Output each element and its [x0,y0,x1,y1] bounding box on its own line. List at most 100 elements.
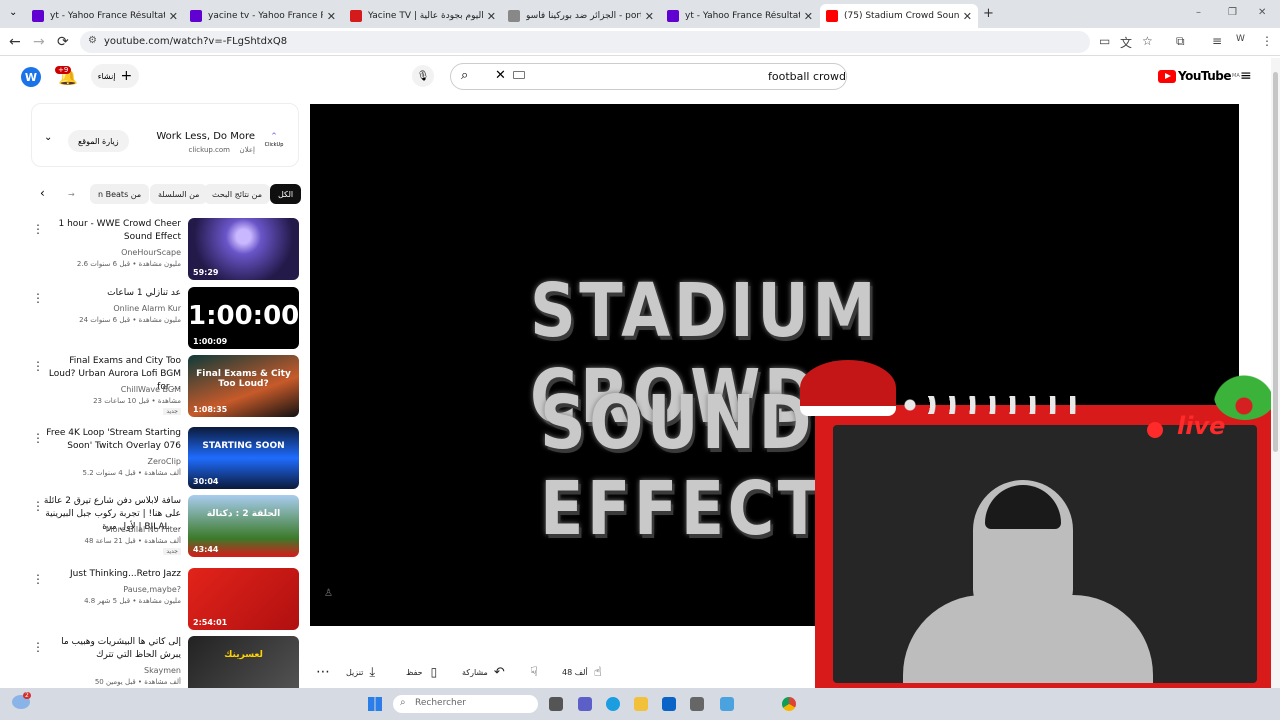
video-duration: 1:08:35 [193,405,228,414]
avatar[interactable]: W [21,67,41,87]
channel-name[interactable]: ZeroClip [147,457,181,466]
site-info-icon[interactable]: ⚙ [88,35,97,46]
channel-name[interactable]: More Bilal No Filter [106,525,181,534]
channel-name[interactable]: ChillWave BGM [121,385,181,394]
taskbar-search[interactable]: ⌕ Rechercher [393,695,538,713]
extensions-icon[interactable]: ⧉ [1176,34,1185,49]
channel-name[interactable]: Skaymen [144,666,181,675]
scrollbar-thumb[interactable] [1273,72,1278,452]
channel-name[interactable]: Pause,maybe? [123,585,181,594]
list-item[interactable]: ⋮ 2:54:01 Just Thinking...Retro Jazz Pause,… [30,568,300,632]
browser-tab[interactable]: Yacine TV | يابث اليوم بجودة عالية ✕ [344,4,502,28]
video-title[interactable]: Just Thinking...Retro Jazz [41,568,181,581]
close-icon[interactable]: ✕ [645,10,654,23]
video-duration: 30:04 [193,477,219,486]
taskbar-badge: 2 [23,692,31,699]
video-title[interactable]: Free 4K Loop 'Stream Starting Soon' Twit… [41,427,181,453]
create-button[interactable]: إنشاء + [91,64,139,88]
youtube-icon [826,10,838,22]
video-thumbnail[interactable]: 59:29 [188,218,299,280]
new-tab-icon[interactable]: + [983,6,994,21]
save-button[interactable]: حفظ ▯ [406,660,437,684]
browser-tab[interactable]: yt - Yahoo France Résultats de ✕ [26,4,184,28]
list-item[interactable]: ⋮ STARTING SOON 30:04 Free 4K Loop 'Stream … [30,427,300,491]
outlook-icon[interactable] [662,697,676,711]
chip-from-series[interactable]: من السلسلة [150,184,208,204]
edge-icon[interactable] [606,697,620,711]
profile-icon[interactable]: W [1236,34,1245,44]
guide-menu-icon[interactable]: ≡ [1240,68,1252,84]
more-actions-icon[interactable]: ⋯ [316,660,330,684]
star-icon[interactable]: ☆ [1142,34,1153,48]
microphone-icon: 🎙 [416,70,430,82]
browser-tab[interactable]: yacine tv - Yahoo France Résult ✕ [184,4,342,28]
close-icon[interactable]: ✕ [327,10,336,23]
store-icon[interactable] [690,697,704,711]
video-meta: 5.2 ألف مشاهدة • قبل 4 سنوات [82,469,181,477]
expand-chevron-icon[interactable]: ⌄ [44,132,52,143]
video-thumbnail[interactable]: Final Exams & City Too Loud? 1:08:35 [188,355,299,417]
install-app-icon[interactable]: ▭ [1099,34,1110,48]
dislike-icon[interactable]: ☟ [530,660,538,684]
maximize-icon[interactable]: ❐ [1228,7,1237,18]
video-thumbnail[interactable]: 2:54:01 [188,568,299,630]
video-actions: ⋯ تنزيل ⤓ حفظ ▯ مشاركة ↶ ☟ 48 ألف ☝ [310,660,810,684]
like-icon: ☝ [593,664,602,680]
back-icon[interactable]: ← [9,34,21,50]
chip-from-beats[interactable]: n Beats من [90,184,150,204]
like-button[interactable]: 48 ألف ☝ [562,660,602,684]
list-item[interactable]: ⋮ 59:29 1 hour - WWE Crowd Cheer Sound Eff… [30,218,300,282]
chip-from-search[interactable]: من نتائج البحث [204,184,271,204]
keyboard-icon[interactable] [513,71,525,79]
chrome-icon[interactable] [782,697,796,711]
youtube-logo[interactable]: YouTube MA [1158,69,1240,83]
video-thumbnail[interactable]: الحلقة 2 : دكتالة 43:44 [188,495,299,557]
task-view-icon[interactable] [549,697,563,711]
list-item[interactable]: ⋮ Final Exams & City Too Loud? 1:08:35 Fina… [30,355,300,419]
ad-title[interactable]: Work Less, Do More [156,131,255,142]
plus-icon: + [120,68,133,84]
share-button[interactable]: مشاركة ↶ [462,660,505,684]
visit-site-button[interactable]: زيارة الموقع [68,130,129,152]
tab-search-icon[interactable]: ⌄ [9,7,17,18]
video-title[interactable]: 1 hour - WWE Crowd Cheer Sound Effect [41,218,181,244]
voice-search-button[interactable]: 🎙 [412,65,434,87]
download-button[interactable]: تنزيل ⤓ [346,660,375,684]
windows-start-icon[interactable] [368,697,382,711]
reading-list-icon[interactable]: ≡ [1212,34,1222,48]
close-icon[interactable]: ✕ [804,10,813,23]
browser-tab[interactable]: yt - Yahoo France Résultats de ✕ [661,4,819,28]
webcam-feed [833,425,1257,683]
new-badge: جديد [163,408,181,415]
close-icon[interactable]: ✕ [963,10,972,23]
video-title[interactable]: عد تنازلي 1 ساعات [41,287,181,300]
menu-icon[interactable]: ⋮ [1261,34,1273,48]
ad-card[interactable]: ⌄ زيارة الموقع Work Less, Do More إعلان … [31,103,299,167]
app-icon[interactable] [720,697,734,711]
url-text[interactable]: youtube.com/watch?v=-FLgShtdxQ8 [104,36,287,47]
browser-tab[interactable]: (75) Stadium Crowd Sound Effe ✕ [820,4,978,28]
list-item[interactable]: ⋮ 1:00:00 1:00:09 عد تنازلي 1 ساعات Online A… [30,287,300,351]
search-icon[interactable]: ⌕ [461,68,468,83]
minimize-icon[interactable]: – [1196,7,1201,18]
reload-icon[interactable]: ⟳ [57,34,69,50]
channel-name[interactable]: Online Alarm Kur [113,304,181,313]
forward-icon[interactable]: → [33,34,45,50]
close-window-icon[interactable]: ✕ [1258,7,1266,18]
video-thumbnail[interactable]: STARTING SOON 30:04 [188,427,299,489]
close-icon[interactable]: ✕ [487,10,496,23]
file-explorer-icon[interactable] [634,697,648,711]
teams-icon[interactable] [578,697,592,711]
chip-more[interactable]: → [60,184,83,204]
clear-search-icon[interactable]: ✕ [495,68,506,83]
video-title[interactable]: إلى كاتي ها البيشريات وهبيب ما يبرش الحا… [41,636,181,662]
chip-all[interactable]: الكل [270,184,302,204]
list-item[interactable]: ⋮ الحلقة 2 : دكتالة 43:44 سافة لابلاس دفن ش… [30,495,300,559]
close-icon[interactable]: ✕ [169,10,178,23]
browser-tab[interactable]: الجزائر ضد بوركينا فاسو - port TV ✕ [502,4,660,28]
translate-icon[interactable]: 文 [1120,34,1132,51]
video-thumbnail[interactable]: 1:00:00 1:00:09 [188,287,299,349]
channel-name[interactable]: OneHourScape [121,248,181,257]
chips-prev-icon[interactable]: ‹ [40,186,45,200]
search-value: football crowd [768,70,847,83]
